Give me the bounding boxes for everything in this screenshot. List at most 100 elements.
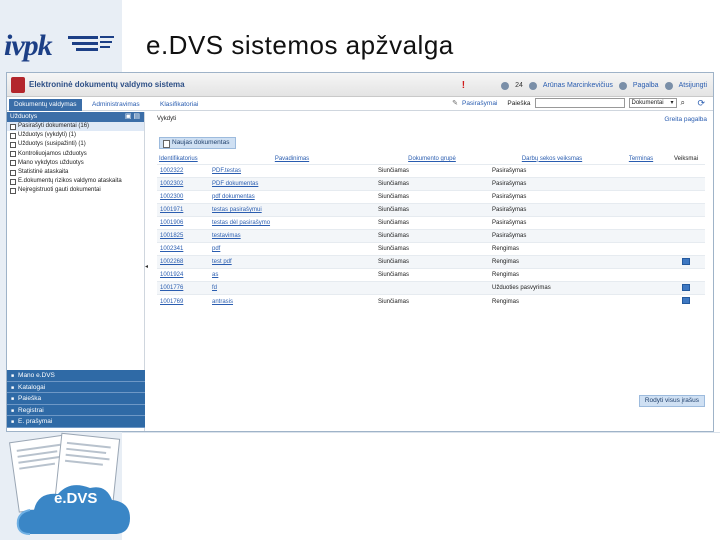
cell-title[interactable]: testas dėl pasirašymo (209, 215, 375, 230)
refresh-icon[interactable]: ⟳ (697, 98, 705, 109)
column-header-id[interactable]: Identifikatorius (157, 154, 209, 164)
cell-id[interactable]: 1002300 (157, 189, 209, 204)
table-row[interactable]: 1002322 PDF.testas Siunčiamas Pasirašymas (157, 163, 705, 178)
table-row[interactable]: 1001971 testas pasirašymui Siunčiamas Pasir… (157, 202, 705, 217)
logout-link[interactable]: Atsijungti (679, 82, 707, 89)
ivpk-logo: ivpk (4, 24, 116, 68)
cell-due (615, 202, 667, 217)
cell-due (615, 242, 667, 256)
sidebar-header-tools-icon[interactable]: ▣ ▤ (125, 112, 140, 122)
cell-id[interactable]: 1002322 (157, 163, 209, 178)
sidebar-item-risk-report[interactable]: E.dokumentų rizikos valdymo ataskaita (7, 177, 144, 186)
logo-text: ivpk (4, 29, 53, 62)
cell-title[interactable]: PDF dokumentas (209, 176, 375, 191)
open-task-icon[interactable] (682, 257, 690, 265)
table-row[interactable]: 1001906 testas dėl pasirašymo Siunčiamas Pa… (157, 215, 705, 230)
table-row[interactable]: 1001825 testavimas Siunčiamas Pasirašymas (157, 228, 705, 243)
sidebar-section-e-requests[interactable]: ■ E. prašymai (7, 416, 145, 428)
breadcrumb: Vykdyti (157, 116, 177, 122)
cell-id[interactable]: 1001825 (157, 228, 209, 243)
cell-title[interactable]: antrasis (209, 294, 375, 309)
column-header-title[interactable]: Pavadinimas (209, 154, 375, 164)
sidebar-item-unregistered-docs[interactable]: Neįregistruoti gauti dokumentai (7, 186, 144, 195)
sidebar-tasks-header[interactable]: Užduotys ▣ ▤ (7, 112, 144, 122)
sidebar-section-my-edvs[interactable]: ■ Mano e.DVS (7, 370, 145, 382)
pencil-icon: ✎ (452, 100, 458, 107)
sidebar-item-statistics[interactable]: Statistinė ataskaita (7, 168, 144, 177)
cell-group: Siunčiamas (375, 163, 489, 178)
table-row[interactable]: 1001776 fd Užduoties pasvyrimas (157, 281, 705, 295)
logo-mark-icon (68, 36, 114, 51)
cell-id[interactable]: 1002341 (157, 242, 209, 256)
cell-step: Pasirašymas (489, 215, 615, 230)
column-header-step[interactable]: Darbų sekos veiksmas (489, 154, 615, 164)
cell-id[interactable]: 1001971 (157, 202, 209, 217)
tab-document-management[interactable]: Dokumentų valdymas (9, 99, 82, 111)
sidebar-section-label: Katalogai (18, 383, 46, 391)
cell-title[interactable]: testavimas (209, 228, 375, 243)
user-icon (528, 81, 537, 90)
sidebar-section-catalogs[interactable]: ■ Katalogai (7, 381, 145, 393)
column-header-due[interactable]: Terminas (615, 154, 667, 164)
signing-link[interactable]: Pasirašymai (462, 100, 497, 107)
cell-actions (667, 268, 705, 282)
sidebar-item-tasks-execute[interactable]: Užduotys (vykdyti) (1) (7, 131, 144, 140)
alert-icon[interactable]: ! (462, 80, 465, 91)
cell-id[interactable]: 1002268 (157, 255, 209, 269)
search-scope-select[interactable]: Dokumentai (628, 98, 677, 108)
presentation-slide: ivpk e.DVS sistemos apžvalga Elektroninė… (0, 0, 720, 540)
sidebar-item-tasks-review[interactable]: Užduotys (susipažinti) (1) (7, 140, 144, 149)
cell-title[interactable]: PDF.testas (209, 163, 375, 178)
cell-title[interactable]: test pdf (209, 255, 375, 269)
cell-due (615, 268, 667, 282)
quick-help-link[interactable]: Greita pagalba (664, 116, 707, 123)
cell-due (615, 189, 667, 204)
new-document-button[interactable]: Naujas dokumentas (159, 137, 237, 149)
cell-actions (667, 255, 705, 269)
cell-step: Rengimas (489, 242, 615, 256)
cell-title[interactable]: pdf dokumentas (209, 189, 375, 204)
cell-group: Siunčiamas (375, 268, 489, 282)
tab-classifiers[interactable]: Klasifikatoriai (155, 99, 203, 111)
cell-group: Siunčiamas (375, 242, 489, 256)
cell-title[interactable]: testas pasirašymui (209, 202, 375, 217)
table-row[interactable]: 1002302 PDF dokumentas Siunčiamas Pasirašym… (157, 176, 705, 191)
open-task-icon[interactable] (682, 297, 690, 305)
sidebar-item-label: Pasirašyti dokumentai (16) (18, 123, 90, 129)
sidebar-collapse-icon[interactable]: ◂ (145, 263, 148, 270)
cell-id[interactable]: 1001924 (157, 268, 209, 282)
search-input[interactable] (534, 98, 625, 108)
bullet-icon: ■ (11, 396, 15, 402)
search-icon[interactable]: ⌕ (681, 98, 685, 108)
table-row[interactable]: 1002300 pdf dokumentas Siunčiamas Pasirašym… (157, 189, 705, 204)
sidebar-item-my-executed-tasks[interactable]: Mano vykdytos užduotys (7, 159, 144, 168)
cell-id[interactable]: 1001769 (157, 294, 209, 309)
main-toolbar: Vykdyti Greita pagalba (153, 112, 709, 126)
app-nav-bar: Dokumentų valdymas Administravimas Klasi… (7, 97, 713, 111)
column-header-group[interactable]: Dokumento grupė (375, 154, 489, 164)
cell-title[interactable]: fd (209, 281, 375, 295)
sidebar-item-signed-docs[interactable]: Pasirašyti dokumentai (16) (7, 122, 144, 132)
cell-id[interactable]: 1001906 (157, 215, 209, 230)
cell-title[interactable]: as (209, 268, 375, 282)
table-row[interactable]: 1001769 antrasis Siunčiamas Rengimas (157, 294, 705, 309)
user-code: 24 (515, 82, 523, 89)
table-row[interactable]: 1002268 test pdf Siunčiamas Rengimas (157, 255, 705, 269)
cell-id[interactable]: 1001776 (157, 281, 209, 295)
help-link[interactable]: Pagalba (633, 82, 659, 89)
cell-id[interactable]: 1002302 (157, 176, 209, 191)
sidebar-item-controlled-tasks[interactable]: Kontroliuojamos užduotys (7, 150, 144, 159)
sidebar-section-label: Registrai (18, 406, 44, 414)
sidebar-section-search[interactable]: ■ Paieška (7, 393, 145, 405)
table-row[interactable]: 1002341 pdf Siunčiamas Rengimas (157, 242, 705, 256)
tab-administration[interactable]: Administravimas (87, 99, 145, 111)
sidebar-section-registers[interactable]: ■ Registrai (7, 404, 145, 416)
user-name-link[interactable]: Arūnas Marcinkevičius (543, 82, 613, 89)
nav-search-area: ✎ Pasirašymai Paieška Dokumentai ⌕ (452, 98, 685, 108)
table-row[interactable]: 1001924 as Siunčiamas Rengimas (157, 268, 705, 282)
cell-title[interactable]: pdf (209, 242, 375, 256)
open-task-icon[interactable] (682, 283, 690, 291)
sidebar-section-label: E. prašymai (18, 418, 53, 425)
search-label: Paieška (507, 99, 531, 107)
show-all-button[interactable]: Rodyti visus įrašus (638, 395, 705, 407)
